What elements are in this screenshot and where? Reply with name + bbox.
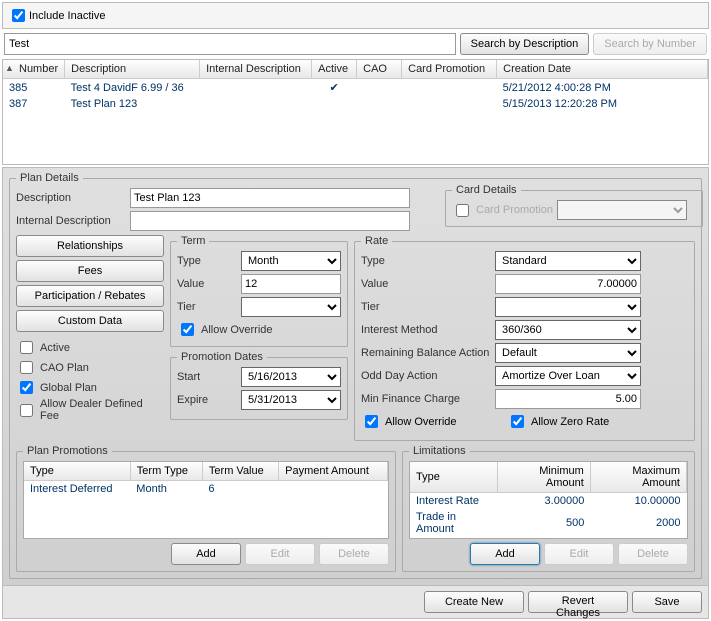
search-row: Search by Description Search by Number [2, 31, 709, 57]
card-promotion-select [557, 200, 687, 220]
table-row[interactable]: Interest Rate 3.00000 10.00000 [410, 493, 687, 510]
table-row[interactable]: Interest Deferred Month 6 [24, 481, 388, 498]
table-row[interactable]: 387 Test Plan 123 5/15/2013 12:20:28 PM [3, 96, 708, 112]
rate-type-select[interactable]: Standard [495, 251, 641, 271]
results-header-row: ▲Number Description Internal Description… [3, 60, 708, 79]
allow-zero-rate-checkbox[interactable] [511, 415, 524, 428]
limit-delete-button: Delete [618, 543, 688, 565]
col-created[interactable]: Creation Date [497, 60, 708, 79]
promotion-dates-legend: Promotion Dates [177, 351, 267, 363]
plan-details-fieldset: Plan Details Description Internal Descri… [9, 172, 702, 579]
card-details-legend: Card Details [452, 184, 521, 196]
promotions-grid[interactable]: Type Term Type Term Value Payment Amount… [23, 461, 389, 539]
promo-edit-button: Edit [245, 543, 315, 565]
rate-fieldset: Rate Type Standard Value Tier Interest M… [354, 235, 695, 441]
promo-expire-date[interactable]: 5/31/2013 [241, 390, 341, 410]
include-inactive-label: Include Inactive [29, 10, 105, 22]
limitations-grid[interactable]: Type Minimum Amount Maximum Amount Inter… [409, 461, 688, 539]
active-check-icon: ✔ [312, 79, 357, 97]
global-plan-checkbox[interactable] [20, 381, 33, 394]
term-value-field[interactable] [241, 274, 341, 294]
table-row[interactable]: 385 Test 4 DavidF 6.99 / 36 ✔ 5/21/2012 … [3, 79, 708, 97]
limitations-legend: Limitations [409, 445, 470, 457]
card-promotion-label: Card Promotion [476, 204, 553, 216]
rate-allow-override-checkbox[interactable] [365, 415, 378, 428]
min-finance-charge-field[interactable] [495, 389, 641, 409]
cao-plan-checkbox[interactable] [20, 361, 33, 374]
search-input[interactable] [4, 33, 456, 55]
plan-promotions-fieldset: Plan Promotions Type Term Type Term Valu… [16, 445, 396, 572]
card-details-fieldset: Card Details Card Promotion [445, 184, 703, 227]
search-by-description-button[interactable]: Search by Description [460, 33, 590, 55]
promo-add-button[interactable]: Add [171, 543, 241, 565]
relationships-button[interactable]: Relationships [16, 235, 164, 257]
promo-start-date[interactable]: 5/16/2013 [241, 367, 341, 387]
interest-method-select[interactable]: 360/360 [495, 320, 641, 340]
rate-tier-select[interactable] [495, 297, 641, 317]
plan-promotions-legend: Plan Promotions [23, 445, 112, 457]
custom-data-button[interactable]: Custom Data [16, 310, 164, 332]
term-legend: Term [177, 235, 209, 247]
term-type-select[interactable]: Month [241, 251, 341, 271]
create-new-button[interactable]: Create New [424, 591, 524, 613]
promo-delete-button: Delete [319, 543, 389, 565]
rate-legend: Rate [361, 235, 392, 247]
allow-dealer-fee-checkbox[interactable] [20, 404, 33, 417]
card-promotion-checkbox[interactable] [456, 204, 469, 217]
footer: Create New Revert Changes Save [2, 586, 709, 619]
limit-edit-button: Edit [544, 543, 614, 565]
description-label: Description [16, 192, 126, 204]
left-column: Relationships Fees Participation / Rebat… [16, 235, 164, 441]
internal-description-label: Internal Description [16, 215, 126, 227]
include-inactive-checkbox[interactable] [12, 9, 25, 22]
limitations-fieldset: Limitations Type Minimum Amount Maximum … [402, 445, 695, 572]
col-internal[interactable]: Internal Description [200, 60, 312, 79]
odd-day-select[interactable]: Amortize Over Loan [495, 366, 641, 386]
save-button[interactable]: Save [632, 591, 702, 613]
term-fieldset: Term Type Month Value Tier Allow Overrid… [170, 235, 348, 347]
sort-asc-icon: ▲ [5, 63, 14, 73]
term-tier-select[interactable] [241, 297, 341, 317]
term-allow-override-checkbox[interactable] [181, 323, 194, 336]
rate-value-field[interactable] [495, 274, 641, 294]
results-grid[interactable]: ▲Number Description Internal Description… [2, 59, 709, 165]
include-inactive-bar: Include Inactive [2, 2, 709, 29]
main-area: Plan Details Description Internal Descri… [2, 167, 709, 586]
col-card-promo[interactable]: Card Promotion [402, 60, 497, 79]
limit-add-button[interactable]: Add [470, 543, 540, 565]
search-by-number-button: Search by Number [593, 33, 707, 55]
promotion-dates-fieldset: Promotion Dates Start 5/16/2013 Expire 5… [170, 351, 348, 420]
active-checkbox[interactable] [20, 341, 33, 354]
plan-details-legend: Plan Details [16, 172, 83, 184]
fees-button[interactable]: Fees [16, 260, 164, 282]
col-description[interactable]: Description [65, 60, 200, 79]
participation-rebates-button[interactable]: Participation / Rebates [16, 285, 164, 307]
internal-description-field[interactable] [130, 211, 410, 231]
col-number[interactable]: ▲Number [3, 60, 65, 79]
col-active[interactable]: Active [312, 60, 357, 79]
table-row[interactable]: Trade in Amount 500 2000 [410, 509, 687, 537]
col-cao[interactable]: CAO [357, 60, 402, 79]
revert-changes-button[interactable]: Revert Changes [528, 591, 628, 613]
remaining-balance-select[interactable]: Default [495, 343, 641, 363]
description-field[interactable] [130, 188, 410, 208]
